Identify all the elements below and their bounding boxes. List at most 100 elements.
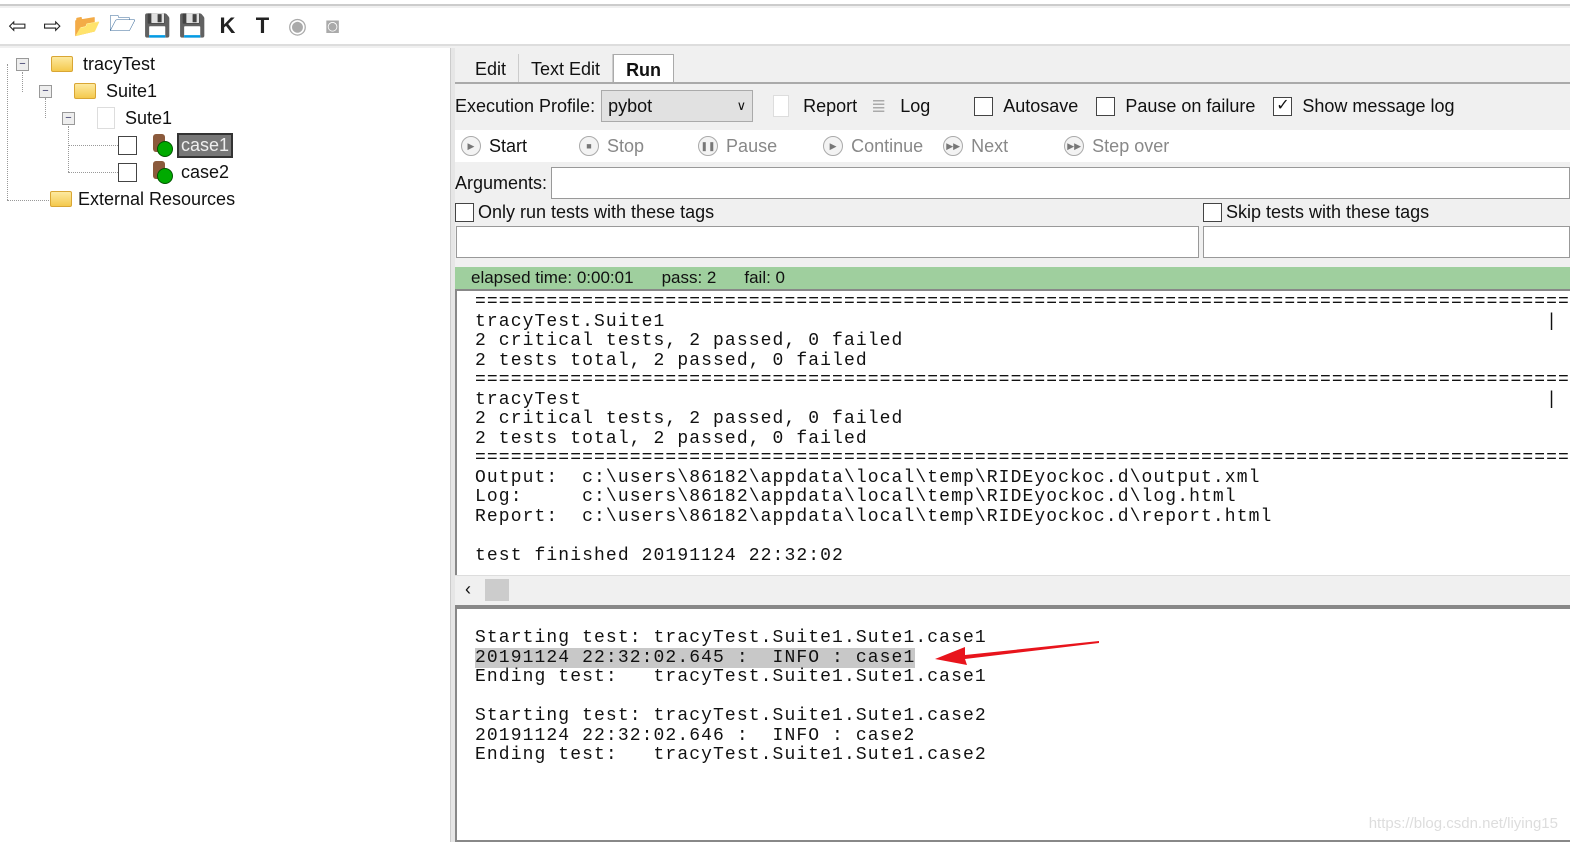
profile-value: pybot (608, 95, 653, 116)
editor-tabs: Edit Text Edit Run (455, 54, 1570, 84)
play-icon: ▶ (823, 136, 844, 156)
next-button[interactable]: ▶▶ Next (943, 136, 1008, 157)
test-case-passed-icon (151, 161, 173, 184)
log-button[interactable]: Log (900, 96, 930, 117)
folder-icon (74, 83, 96, 99)
play-icon: ▶ (461, 136, 481, 156)
console-line: test finished 20191124 22:32:02 (475, 545, 844, 566)
search-tests-icon[interactable]: T (249, 13, 276, 40)
console-line: 2 critical tests, 2 passed, 0 failed (475, 409, 904, 429)
log-icon: ≣ (871, 95, 887, 116)
open-folder-icon[interactable]: 🗁 (109, 11, 136, 40)
search-keywords-icon[interactable]: K (214, 13, 241, 40)
tab-edit[interactable]: Edit (463, 54, 520, 82)
console-line: 2 critical tests, 2 passed, 0 failed (475, 331, 904, 351)
console-line: Log: c:\users\86182\appdata\local\temp\R… (475, 487, 1237, 507)
external-resources-icon (50, 191, 72, 207)
button-label: Next (971, 135, 1009, 156)
output-console: ========================================… (455, 289, 1570, 607)
pause-button[interactable]: ❚❚ Pause (698, 136, 777, 157)
tree-node-case2[interactable]: case2 (118, 160, 229, 184)
node-label: case1 (177, 132, 234, 158)
scroll-left-icon[interactable]: ‹ (465, 579, 471, 600)
arguments-row: Arguments: (455, 166, 1570, 200)
tree-node-case1[interactable]: case1 (118, 132, 234, 158)
run-controls: ▶ Start ■ Stop ❚❚ Pause ▶ Continue ▶▶ Next ▶▶… (455, 130, 1570, 162)
tab-run[interactable]: Run (613, 54, 675, 82)
autosave-label: Autosave (1003, 95, 1079, 116)
tree-line (7, 200, 49, 201)
tree-node-file[interactable]: − Sute1 (62, 106, 172, 130)
console-line: 2 tests total, 2 passed, 0 failed (475, 350, 868, 371)
start-button[interactable]: ▶ Start (461, 136, 527, 157)
button-label: Start (489, 135, 528, 156)
message-log-text: Starting test: tracyTest.Suite1.Sute1.ca… (457, 609, 1570, 766)
execution-profile-select[interactable]: pybot ∨ (601, 90, 754, 122)
arguments-label: Arguments: (455, 172, 548, 193)
button-label: Stop (607, 135, 645, 156)
log-line: Ending test: tracyTest.Suite1.Sute1.case… (475, 745, 987, 765)
tree-node-external-resources[interactable]: External Resources (50, 187, 235, 211)
console-line: tracyTest | (475, 389, 1559, 410)
console-line: Report: c:\users\86182\appdata\local\tem… (475, 506, 1273, 527)
pause-icon: ❚❚ (698, 136, 719, 156)
tree-line (68, 172, 118, 173)
tree-node-suite[interactable]: − Suite1 (39, 79, 157, 103)
run-icon[interactable]: ◉ (284, 13, 311, 40)
arguments-input[interactable] (551, 167, 1570, 199)
back-arrow-icon[interactable]: ⇦ (4, 13, 31, 40)
console-line: tracyTest.Suite1 | (475, 311, 1559, 332)
continue-button[interactable]: ▶ Continue (823, 136, 923, 157)
folder-icon (51, 56, 73, 72)
save-all-icon[interactable]: 💾 (179, 13, 206, 40)
watermark: https://blog.csdn.net/liying15 (1368, 815, 1558, 832)
collapse-icon[interactable]: − (16, 57, 29, 71)
save-icon[interactable]: 💾 (144, 13, 171, 40)
tree-line (7, 64, 8, 200)
report-button[interactable]: Report (803, 96, 857, 117)
only-run-tags-input[interactable] (456, 226, 1199, 258)
console-line: ========================================… (475, 370, 1570, 390)
tree-line (68, 145, 118, 146)
forward-arrow-icon[interactable]: ⇨ (39, 13, 66, 40)
stop-icon[interactable]: ◙ (319, 13, 346, 40)
fail-count: fail: 0 (744, 268, 786, 287)
only-run-tags-label: Only run tests with these tags (478, 201, 715, 222)
skip-tags-label: Skip tests with these tags (1226, 201, 1430, 222)
fast-forward-icon: ▶▶ (1064, 136, 1085, 156)
tab-text-edit[interactable]: Text Edit (519, 54, 614, 82)
case1-checkbox[interactable] (118, 135, 137, 155)
stop-button[interactable]: ■ Stop (579, 136, 644, 157)
case2-checkbox[interactable] (118, 162, 137, 182)
profile-row: Execution Profile: pybot ∨ Report ≣ Log A… (455, 90, 1455, 122)
pause-on-failure-label: Pause on failure (1125, 95, 1256, 116)
button-label: Step over (1092, 135, 1170, 156)
only-tags-row: Only run tests with these tags (455, 200, 714, 224)
toolbar: ⇦ ⇨ 📂 🗁 💾 💾 K T ◉ ◙ (0, 8, 1570, 46)
scroll-thumb[interactable] (485, 579, 509, 601)
node-label: Sute1 (125, 107, 173, 128)
open-directory-icon[interactable]: 📂 (74, 13, 101, 40)
tree-node-project[interactable]: − tracyTest (16, 52, 155, 76)
node-label: Suite1 (106, 80, 158, 101)
collapse-icon[interactable]: − (39, 84, 52, 98)
test-case-passed-icon (151, 134, 173, 157)
console-line: ========================================… (475, 292, 1570, 312)
tree-line (68, 126, 69, 172)
collapse-icon[interactable]: − (62, 111, 75, 125)
horizontal-scrollbar[interactable]: ‹ (455, 575, 1570, 605)
pass-count: pass: 2 (661, 268, 717, 287)
button-label: Continue (851, 135, 924, 156)
autosave-checkbox[interactable] (974, 96, 994, 116)
step-over-button[interactable]: ▶▶ Step over (1064, 136, 1169, 157)
only-run-tags-checkbox[interactable] (455, 202, 474, 222)
pause-on-failure-checkbox[interactable] (1096, 96, 1116, 116)
skip-tags-input[interactable] (1203, 226, 1570, 258)
skip-tags-checkbox[interactable] (1203, 202, 1222, 222)
show-message-log-checkbox[interactable]: ✓ (1273, 96, 1293, 116)
button-label: Pause (726, 135, 778, 156)
log-line: Starting test: tracyTest.Suite1.Sute1.ca… (475, 706, 987, 726)
message-log: Starting test: tracyTest.Suite1.Sute1.ca… (455, 607, 1570, 842)
